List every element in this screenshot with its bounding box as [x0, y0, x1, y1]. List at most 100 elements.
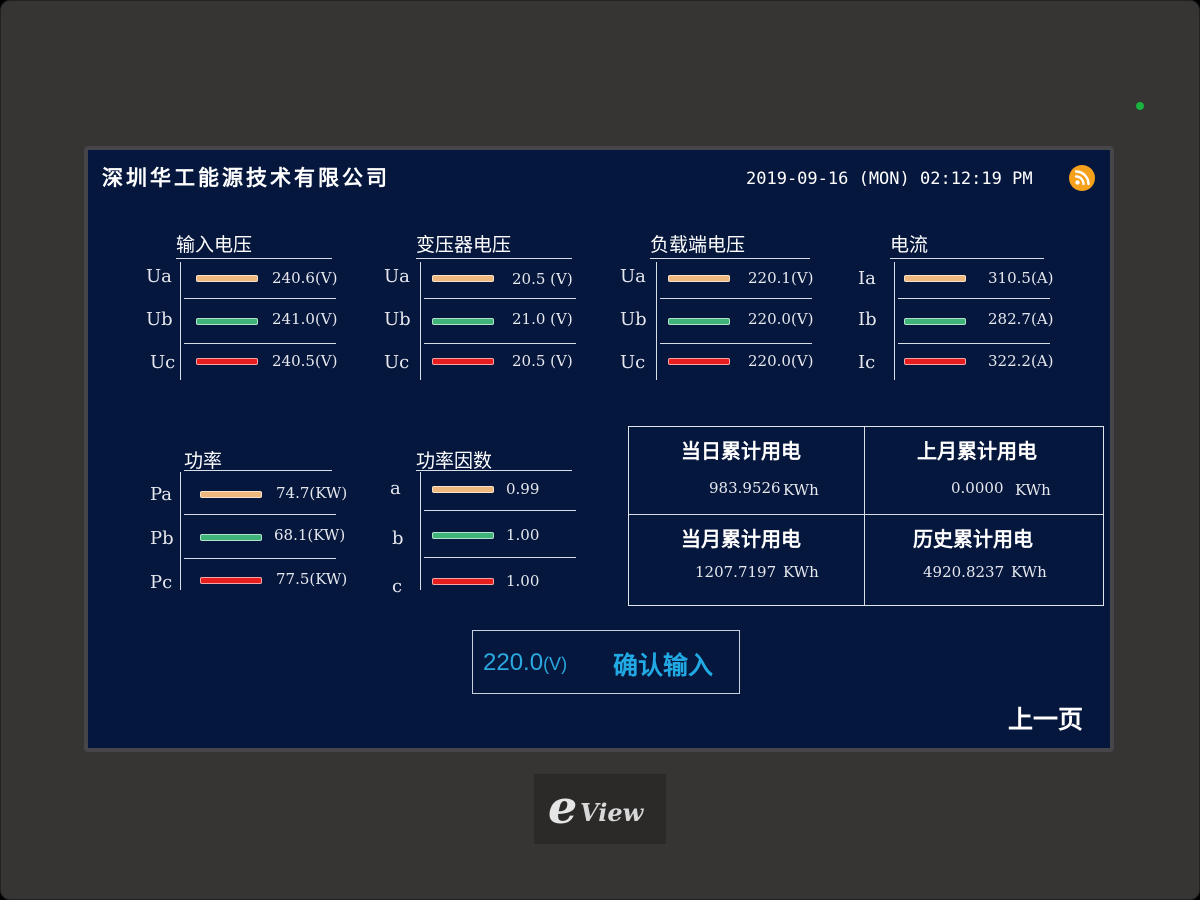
logo-e: e	[548, 780, 578, 834]
table-divider-vertical	[864, 427, 865, 605]
row-divider	[424, 557, 576, 558]
row-divider	[184, 298, 336, 299]
energy-summary-table: 当日累计用电 983.9526 KWh 上月累计用电 0.0000 KWh 当月…	[628, 426, 1104, 606]
energy-last-month-title: 上月累计用电	[917, 439, 1037, 463]
row-label-uc: Uc	[150, 352, 176, 373]
value-ub: 21.0 (V)	[512, 310, 573, 328]
table-divider-horizontal	[629, 514, 1103, 515]
bar-phase-b	[668, 318, 730, 325]
voltage-input-unit: (V)	[543, 654, 568, 674]
divider-vertical	[894, 262, 895, 380]
row-divider	[184, 343, 336, 344]
value-uc: 220.0(V)	[748, 352, 814, 370]
bar-phase-a	[432, 275, 494, 282]
value-ub: 241.0(V)	[272, 310, 338, 328]
value-pa: 74.7(KW)	[276, 484, 348, 502]
row-label-uc: Uc	[620, 352, 646, 373]
energy-today-title: 当日累计用电	[681, 439, 801, 463]
eview-logo: e View	[534, 774, 666, 844]
bar-phase-b	[200, 534, 262, 541]
row-divider	[184, 514, 336, 515]
row-label-b: b	[392, 528, 404, 549]
value-uc: 240.5(V)	[272, 352, 338, 370]
title-underline	[416, 470, 572, 471]
bar-phase-b	[196, 318, 258, 325]
confirm-input-button[interactable]: 确认输入	[613, 646, 713, 682]
energy-history-unit: KWh	[1011, 563, 1047, 581]
row-label-ib: Ib	[858, 309, 877, 330]
panel-title: 功率	[184, 450, 223, 472]
title-underline	[890, 258, 1044, 259]
company-name: 深圳华工能源技术有限公司	[102, 165, 390, 190]
title-underline	[176, 258, 332, 259]
row-label-ub: Ub	[384, 309, 411, 330]
panel-title: 变压器电压	[416, 234, 512, 256]
energy-history-title: 历史累计用电	[913, 527, 1033, 551]
row-divider	[184, 558, 336, 559]
value-ua: 220.1(V)	[748, 269, 814, 287]
value-ua: 240.6(V)	[272, 269, 338, 287]
energy-last-month-value: 0.0000	[951, 479, 1004, 497]
row-divider	[424, 510, 576, 511]
bar-phase-b	[432, 318, 494, 325]
row-divider	[898, 298, 1050, 299]
value-ua: 20.5 (V)	[512, 270, 573, 288]
energy-this-month-title: 当月累计用电	[681, 527, 801, 551]
row-divider	[660, 298, 812, 299]
row-label-ua: Ua	[384, 266, 410, 287]
value-pb: 68.1(KW)	[274, 526, 346, 544]
divider-vertical	[420, 262, 421, 380]
voltage-input-field[interactable]: 220.0(V)	[483, 649, 567, 677]
row-label-pc: Pc	[150, 572, 173, 593]
row-label-ua: Ua	[620, 266, 646, 287]
row-label-pb: Pb	[150, 528, 174, 549]
bar-phase-c	[432, 578, 494, 585]
divider-vertical	[420, 472, 421, 590]
title-underline	[184, 470, 332, 471]
panel-load-voltage: 负载端电压 Ua 220.1(V) Ub 220.0(V) Uc 220.0(V…	[614, 228, 874, 388]
row-divider	[660, 343, 812, 344]
panel-title: 负载端电压	[650, 234, 746, 256]
panel-input-voltage: 输入电压 Ua 240.6(V) Ub 241.0(V) Uc 240.5(V)	[138, 228, 398, 388]
row-divider	[424, 343, 576, 344]
value-a: 0.99	[506, 480, 540, 498]
divider-vertical	[180, 472, 181, 590]
title-underline	[650, 258, 810, 259]
value-pc: 77.5(KW)	[276, 570, 348, 588]
energy-history-value: 4920.8237	[923, 563, 1005, 581]
energy-today-unit: KWh	[783, 481, 819, 499]
value-c: 1.00	[506, 572, 540, 590]
voltage-input-value: 220.0	[483, 649, 544, 676]
row-label-a: a	[390, 478, 401, 499]
energy-this-month-value: 1207.7197	[695, 563, 777, 581]
bar-phase-a	[668, 275, 730, 282]
rss-icon[interactable]	[1069, 165, 1095, 191]
row-label-ub: Ub	[146, 309, 173, 330]
row-label-ua: Ua	[146, 266, 172, 287]
panel-title: 功率因数	[416, 450, 493, 472]
bar-phase-a	[196, 275, 258, 282]
divider-vertical	[656, 262, 657, 380]
row-label-pa: Pa	[150, 484, 173, 505]
value-uc: 20.5 (V)	[512, 352, 573, 370]
bar-phase-b	[432, 532, 494, 539]
logo-view: View	[580, 798, 644, 827]
voltage-input-panel: 220.0(V) 确认输入	[472, 630, 740, 694]
bar-phase-a	[200, 491, 262, 498]
bar-phase-c	[432, 358, 494, 365]
row-label-c: c	[392, 576, 403, 597]
title-underline	[416, 258, 572, 259]
hmi-screen: 深圳华工能源技术有限公司 2019-09-16 (MON) 02:12:19 P…	[88, 150, 1110, 748]
bar-phase-c	[904, 358, 966, 365]
value-ia: 310.5(A)	[988, 269, 1054, 287]
energy-this-month-unit: KWh	[783, 563, 819, 581]
bar-phase-a	[904, 275, 966, 282]
bar-phase-c	[200, 577, 262, 584]
panel-power-factor: 功率因数 a 0.99 b 1.00 c 1.00	[378, 444, 618, 604]
row-divider	[898, 343, 1050, 344]
prev-page-button[interactable]: 上一页	[1008, 700, 1083, 736]
row-divider	[424, 298, 576, 299]
row-label-ub: Ub	[620, 309, 647, 330]
divider-vertical	[180, 262, 181, 380]
row-label-ic: Ic	[858, 352, 876, 373]
